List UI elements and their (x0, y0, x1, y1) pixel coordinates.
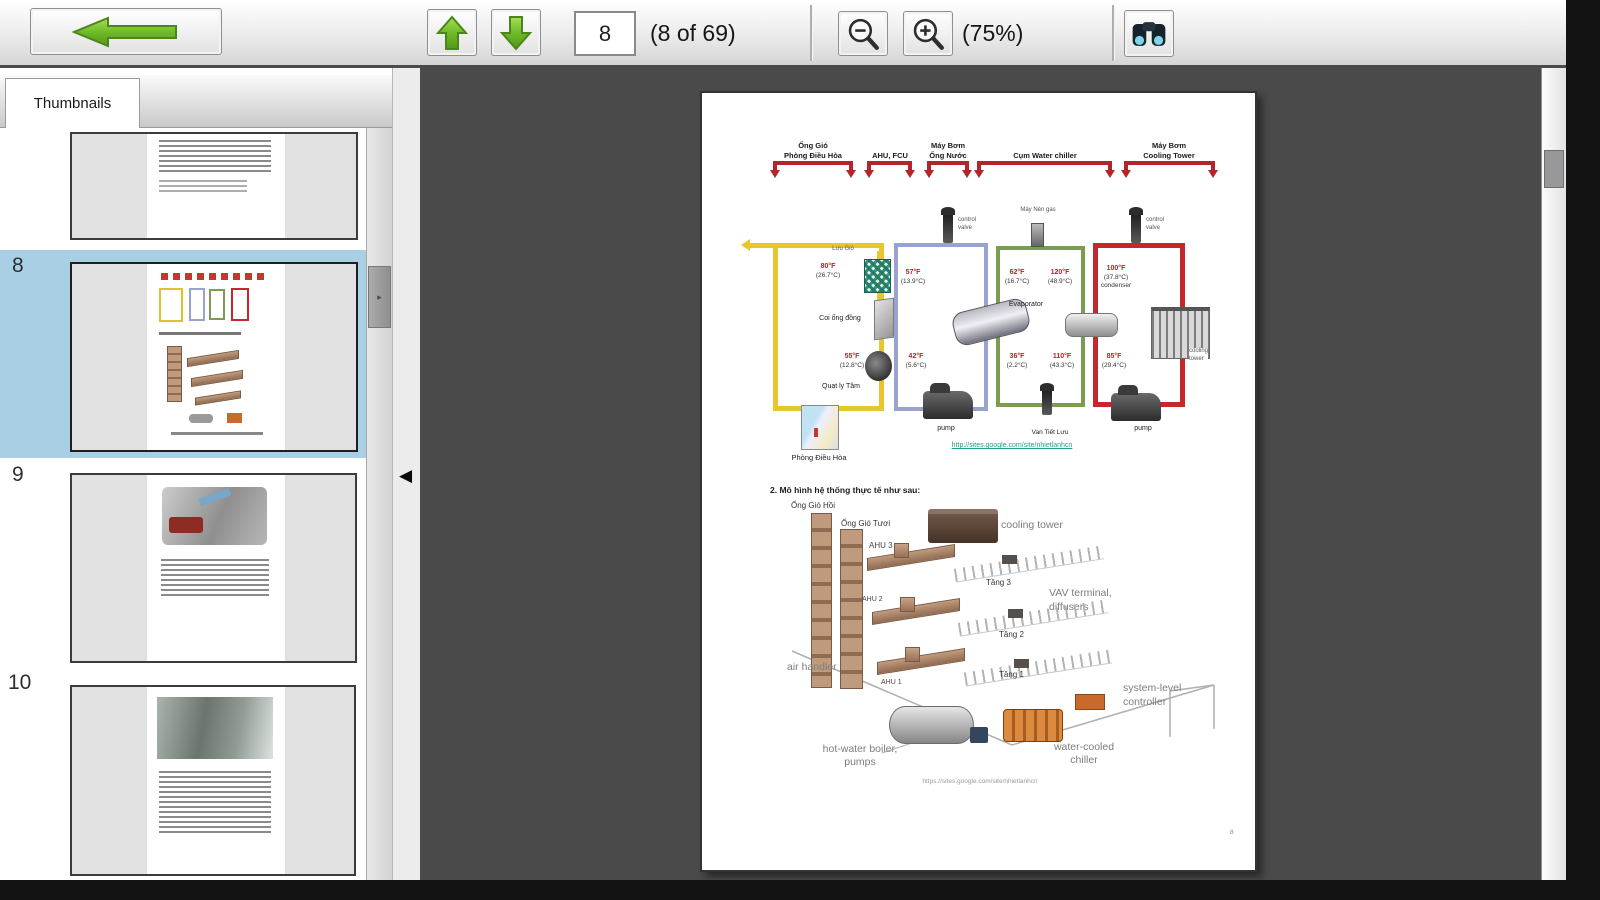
mini-duct-run (195, 390, 241, 405)
down-arrow-icon (499, 14, 533, 52)
mini-chiller-base (169, 517, 203, 533)
mini-duct-run (187, 350, 239, 367)
cooling-tower-2-label: cooling tower (1001, 519, 1063, 531)
window-right-margin (1566, 0, 1600, 900)
mini-text-line (159, 332, 241, 335)
mini-chiller (227, 413, 242, 423)
thumbnail-text-lines (159, 140, 271, 174)
vertical-scrollbar[interactable] (1541, 68, 1566, 880)
tab-thumbnails[interactable]: Thumbnails (5, 78, 140, 128)
next-page-button[interactable] (491, 9, 541, 56)
scrollbar-arrow-icon: ▸ (377, 292, 382, 303)
zoom-out-button[interactable] (838, 11, 888, 56)
thumbnail-page-9[interactable] (70, 473, 357, 663)
page-number-input[interactable] (574, 11, 636, 56)
mini-boiler (189, 414, 213, 423)
vav-box-icon (1002, 555, 1017, 564)
floor2-label: Tầng 2 (999, 630, 1024, 639)
duct-elbow (900, 597, 915, 612)
thumbnail-row-selected[interactable]: 8 (0, 250, 366, 458)
water-cooled-chiller-icon (1003, 709, 1063, 742)
zoom-level-label: (75%) (962, 20, 1023, 47)
floor1-label: Tầng 1 (999, 670, 1024, 679)
mini-duct (167, 346, 182, 402)
sidebar-scrollbar-thumb[interactable]: ▸ (368, 266, 391, 328)
ahu2-label: AHU 2 (862, 596, 883, 603)
system-controller-icon (1075, 694, 1105, 710)
zoom-in-icon (909, 15, 947, 53)
cooling-tower-2-icon (928, 509, 998, 543)
toolbar: (8 of 69) (75%) (0, 0, 1566, 68)
vav-box-icon (1008, 609, 1023, 618)
window-bottom-margin (0, 880, 1600, 900)
collapse-sidebar-icon[interactable]: ◀ (399, 466, 412, 486)
zoom-out-icon (844, 15, 882, 53)
document-page: Ống GióPhòng Điều Hòa AHU, FCU Máy BơmỐn… (700, 91, 1257, 872)
thumbnail-text-lines (159, 180, 247, 194)
boiler-pump-icon (970, 727, 988, 743)
thumbnail-preview (147, 134, 285, 238)
thumbnail-page-7[interactable] (70, 132, 358, 240)
air-handler-label: air handler (787, 661, 837, 673)
thumbnail-page-number: 10 (8, 671, 31, 695)
pdf-viewer-window: (8 of 69) (75%) (0, 0, 1600, 900)
toolbar-separator (810, 5, 812, 61)
back-button[interactable] (30, 8, 222, 55)
sidebar-splitter[interactable]: ◀ (392, 68, 420, 880)
thumbnail-text-lines (161, 559, 269, 599)
ahu3-label: AHU 3 (869, 541, 893, 550)
up-arrow-icon (435, 14, 469, 52)
document-canvas[interactable]: Ống GióPhòng Điều Hòa AHU, FCU Máy BơmỐn… (420, 68, 1541, 880)
floor3-label: Tầng 3 (986, 578, 1011, 587)
thumbnail-page-10[interactable] (70, 685, 356, 876)
page-count-label: (8 of 69) (650, 20, 736, 47)
sidebar-scrollbar[interactable]: ▸ (366, 128, 392, 880)
duct-elbow (894, 543, 909, 558)
chiller-label: water-cooledchiller (1054, 741, 1114, 767)
boiler-icon (889, 706, 974, 744)
thumbnail-page-number: 8 (12, 254, 24, 278)
mini-plant-photo (157, 697, 273, 759)
isometric-frame-lines (702, 93, 1259, 874)
back-arrow-icon (46, 12, 206, 52)
thumbnails-panel: Thumbnails 8 (0, 68, 420, 880)
thumbnail-preview (147, 264, 285, 450)
thumbnail-text-lines (159, 771, 271, 833)
mini-brackets (161, 273, 269, 280)
mini-chilled-loop (189, 288, 205, 321)
mini-condenser-loop (231, 288, 249, 321)
vertical-scrollbar-thumb[interactable] (1544, 150, 1564, 188)
mini-duct-run (191, 370, 243, 387)
search-button[interactable] (1124, 10, 1174, 57)
previous-page-button[interactable] (427, 9, 477, 56)
thumbnail-page-8[interactable] (70, 262, 358, 452)
thumbnail-preview (147, 475, 285, 661)
ahu1-label: AHU 1 (881, 679, 902, 686)
diagram2-link[interactable]: https://sites.google.com/site/nhietlanhc… (922, 778, 1037, 785)
mini-air-loop (159, 288, 183, 322)
mini-text-line (171, 432, 263, 435)
sidebar-tabstrip: Thumbnails (0, 75, 392, 128)
vav-box-icon (1014, 659, 1029, 668)
zoom-in-button[interactable] (903, 11, 953, 56)
system-controller-label: system-level controller (1123, 682, 1181, 709)
binoculars-icon (1129, 15, 1169, 53)
thumbnail-preview (147, 687, 285, 874)
page-footer-number: 8 (1230, 829, 1234, 836)
mini-refrigerant-loop (209, 289, 225, 320)
boiler-label: hot-water boiler,pumps (823, 743, 898, 769)
toolbar-separator (1112, 5, 1114, 61)
duct-elbow (905, 647, 920, 662)
thumbnail-page-number: 9 (12, 463, 24, 487)
fresh-duct-icon (840, 529, 863, 689)
